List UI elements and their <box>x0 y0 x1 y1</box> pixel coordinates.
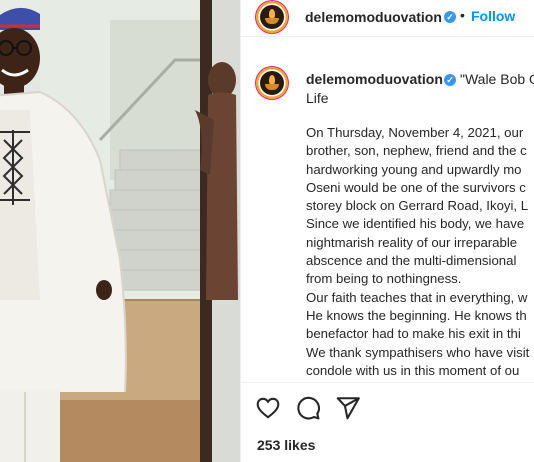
caption-title-continuation: Life <box>306 90 329 106</box>
post-header: delemomoduovation ✓ • Follow <box>241 0 534 37</box>
post-photo[interactable] <box>0 0 240 462</box>
follow-button[interactable]: Follow <box>471 8 515 24</box>
caption-line: He knows the beginning. He knows th <box>306 307 527 323</box>
caption-line: from being to nothingness. <box>306 271 462 287</box>
post-detail-panel: delemomoduovation ✓ • Follow delemomoduo… <box>240 0 534 462</box>
caption-line: We thank sympathisers who have visit <box>306 344 530 360</box>
photo-illustration <box>0 0 240 462</box>
caption-line: nightmarish reality of our irreparable <box>306 234 518 250</box>
caption-body: On Thursday, November 4, 2021, our broth… <box>306 124 534 380</box>
caption-line: benefactor had to make his exit in thi <box>306 326 521 342</box>
heart-icon[interactable] <box>255 395 281 421</box>
caption-line: Our faith teaches that in everything, w <box>306 289 528 305</box>
caption-avatar[interactable] <box>255 66 289 100</box>
caption-username[interactable]: delemomoduovation <box>306 71 443 87</box>
caption-line: On Thursday, November 4, 2021, our <box>306 125 524 140</box>
lamp-logo-icon <box>260 5 284 29</box>
like-count[interactable]: 253 likes <box>257 437 315 453</box>
comment-icon[interactable] <box>295 395 321 421</box>
header-username[interactable]: delemomoduovation <box>305 9 442 25</box>
caption-title: "Wale Bob O <box>460 71 534 87</box>
post-actions: 253 likes <box>241 382 534 462</box>
profile-avatar[interactable] <box>255 0 289 34</box>
separator-dot: • <box>460 7 465 23</box>
caption-line: storey block on Gerrard Road, Ikoyi, L <box>306 198 529 214</box>
caption-line: hardworking young and upwardly mo <box>306 161 522 177</box>
lamp-logo-icon <box>260 71 284 95</box>
verified-badge-icon: ✓ <box>444 11 456 23</box>
caption-verified-badge-icon: ✓ <box>444 74 456 86</box>
caption-line: brother, son, nephew, friend and the c <box>306 143 527 159</box>
caption-line: abscence and the multi-dimensional <box>306 253 517 269</box>
caption-line: Oseni would be one of the survivors c <box>306 179 526 195</box>
caption-line: condole with us in this moment of ou <box>306 362 520 378</box>
share-icon[interactable] <box>335 395 361 421</box>
caption-line: Since we identified his body, we have <box>306 216 525 232</box>
